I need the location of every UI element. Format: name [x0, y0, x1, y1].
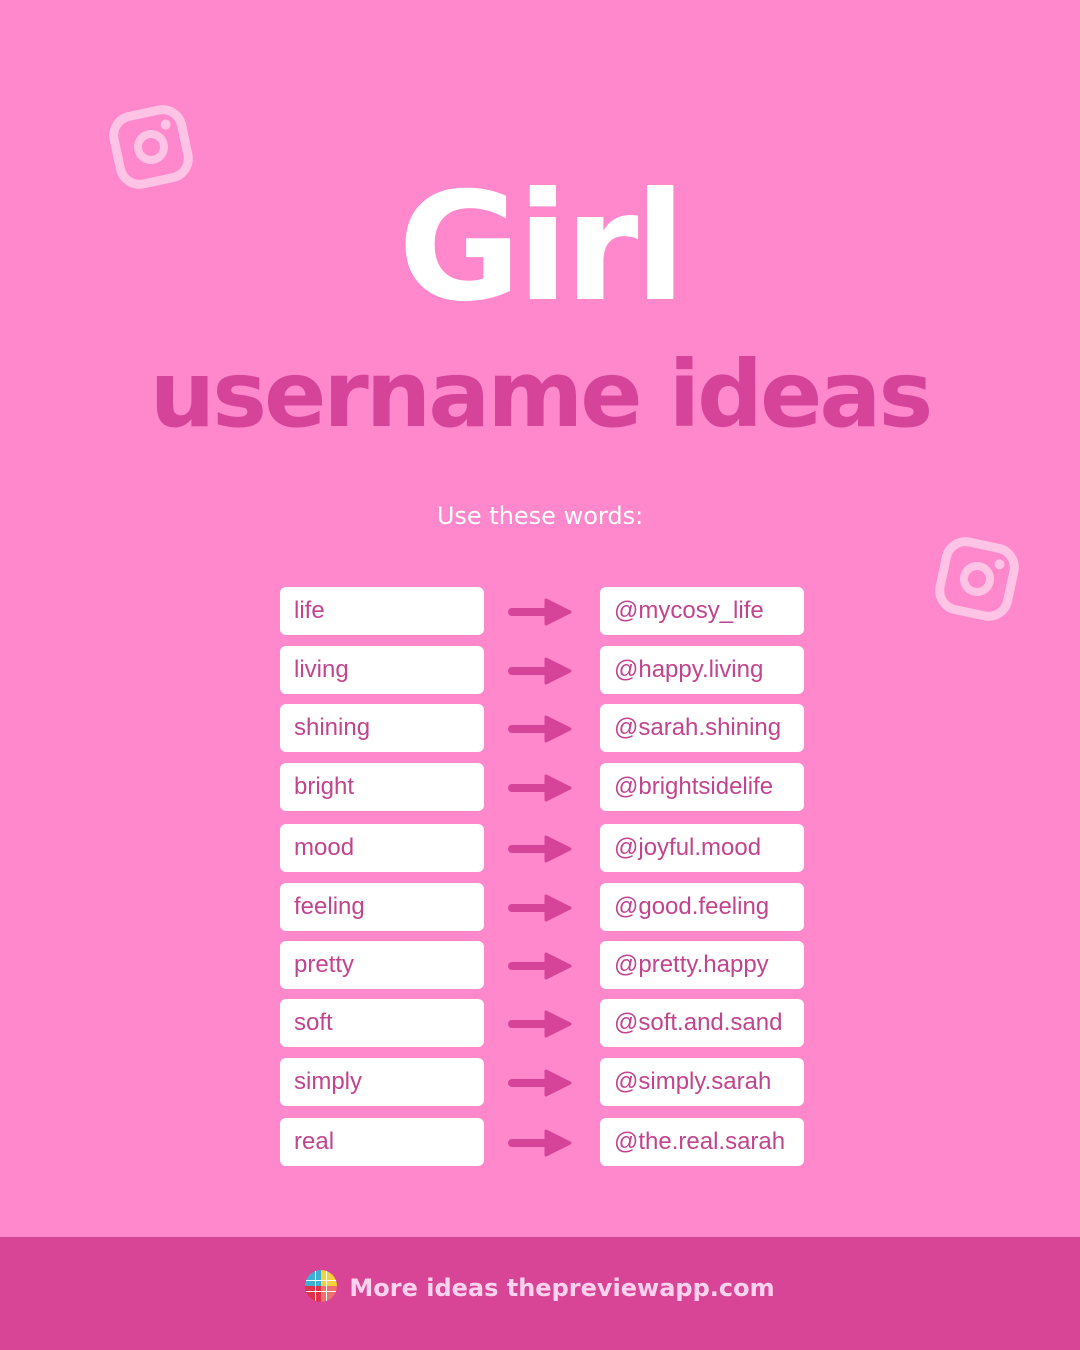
list-item: soft @soft.and.sand	[280, 999, 804, 1047]
arrow-right-icon	[508, 952, 572, 980]
username-box: @happy.living	[600, 646, 804, 694]
username-box: @the.real.sarah	[600, 1118, 804, 1166]
intro-text: Use these words:	[436, 502, 644, 530]
username-box: @soft.and.sand	[600, 999, 804, 1047]
arrow-right-icon	[508, 598, 572, 626]
arrow-right-icon	[508, 835, 572, 863]
footer-link[interactable]: More ideas thepreviewapp.com	[349, 1274, 774, 1302]
list-item: shining @sarah.shining	[280, 704, 804, 752]
list-item: living @happy.living	[280, 646, 804, 694]
arrow-right-icon	[508, 894, 572, 922]
instagram-icon	[930, 532, 1024, 626]
list-item: real @the.real.sarah	[280, 1118, 804, 1166]
username-box: @brightsidelife	[600, 763, 804, 811]
word-box: pretty	[280, 941, 484, 989]
word-box: life	[280, 587, 484, 635]
arrow-right-icon	[508, 715, 572, 743]
word-box: shining	[280, 704, 484, 752]
list-item: pretty @pretty.happy	[280, 941, 804, 989]
footer: More ideas thepreviewapp.com	[0, 1237, 1080, 1350]
username-box: @mycosy_life	[600, 587, 804, 635]
username-box: @simply.sarah	[600, 1058, 804, 1106]
word-box: living	[280, 646, 484, 694]
arrow-right-icon	[508, 657, 572, 685]
word-box: soft	[280, 999, 484, 1047]
list-item: feeling @good.feeling	[280, 883, 804, 931]
page-subtitle: username ideas	[149, 341, 934, 448]
word-box: bright	[280, 763, 484, 811]
page-title: Girl	[398, 161, 686, 335]
username-box: @joyful.mood	[600, 824, 804, 872]
username-box: @pretty.happy	[600, 941, 804, 989]
arrow-right-icon	[508, 1010, 572, 1038]
username-box: @sarah.shining	[600, 704, 804, 752]
preview-app-logo	[305, 1270, 338, 1302]
word-box: simply	[280, 1058, 484, 1106]
list-item: mood @joyful.mood	[280, 824, 804, 872]
word-box: real	[280, 1118, 484, 1166]
arrow-right-icon	[508, 1069, 572, 1097]
list-item: life @mycosy_life	[280, 587, 804, 635]
list-item: simply @simply.sarah	[280, 1058, 804, 1106]
arrow-right-icon	[508, 1129, 572, 1157]
arrow-right-icon	[508, 774, 572, 802]
word-box: feeling	[280, 883, 484, 931]
username-box: @good.feeling	[600, 883, 804, 931]
list-item: bright @brightsidelife	[280, 763, 804, 811]
word-box: mood	[280, 824, 484, 872]
